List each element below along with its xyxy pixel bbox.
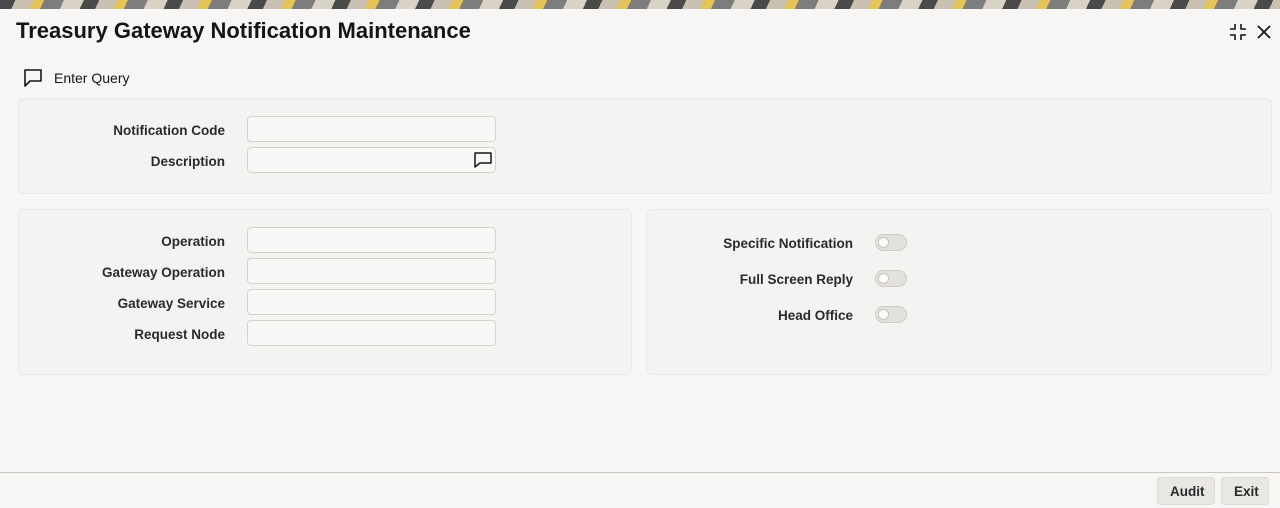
page-title: Treasury Gateway Notification Maintenanc… [16,18,471,43]
operation-label: Operation [161,234,225,249]
audit-button[interactable]: Audit [1157,477,1215,505]
head-office-toggle[interactable] [875,306,907,323]
notification-code-input[interactable] [247,116,496,142]
notification-code-label: Notification Code [113,123,225,138]
description-label: Description [150,154,225,169]
full-screen-reply-label: Full Screen Reply [739,272,853,287]
description-popup-button[interactable] [472,150,494,170]
footer-bar: Audit Exit [0,472,1280,508]
request-node-label: Request Node [134,327,225,342]
speech-bubble-icon [24,69,42,87]
exit-button[interactable]: Exit [1221,477,1269,505]
gateway-service-label: Gateway Service [117,296,225,311]
operation-input[interactable] [247,227,496,253]
gateway-operation-input[interactable] [247,258,496,284]
operation-details-panel: Operation Gateway Operation Gateway Serv… [18,209,632,375]
enter-query-button[interactable]: Enter Query [22,66,129,90]
window-header: Treasury Gateway Notification Maintenanc… [0,9,1280,57]
close-icon [1257,25,1271,39]
toggle-knob [878,273,889,284]
header-section-panel: Notification Code Description [18,98,1272,194]
head-office-label: Head Office [777,308,853,323]
notification-options-panel: Specific Notification Full Screen Reply … [646,209,1272,375]
maximize-button[interactable] [1227,21,1249,43]
decorative-banner [0,0,1280,9]
request-node-input[interactable] [247,320,496,346]
toggle-knob [878,237,889,248]
description-input[interactable] [247,147,496,173]
gateway-service-input[interactable] [247,289,496,315]
enter-query-label: Enter Query [54,70,130,86]
specific-notification-label: Specific Notification [723,236,853,251]
toggle-knob [878,309,889,320]
speech-bubble-icon [474,152,492,168]
close-button[interactable] [1253,21,1275,43]
full-screen-reply-toggle[interactable] [875,270,907,287]
specific-notification-toggle[interactable] [875,234,907,251]
maximize-icon [1230,24,1246,40]
gateway-operation-label: Gateway Operation [101,265,225,280]
